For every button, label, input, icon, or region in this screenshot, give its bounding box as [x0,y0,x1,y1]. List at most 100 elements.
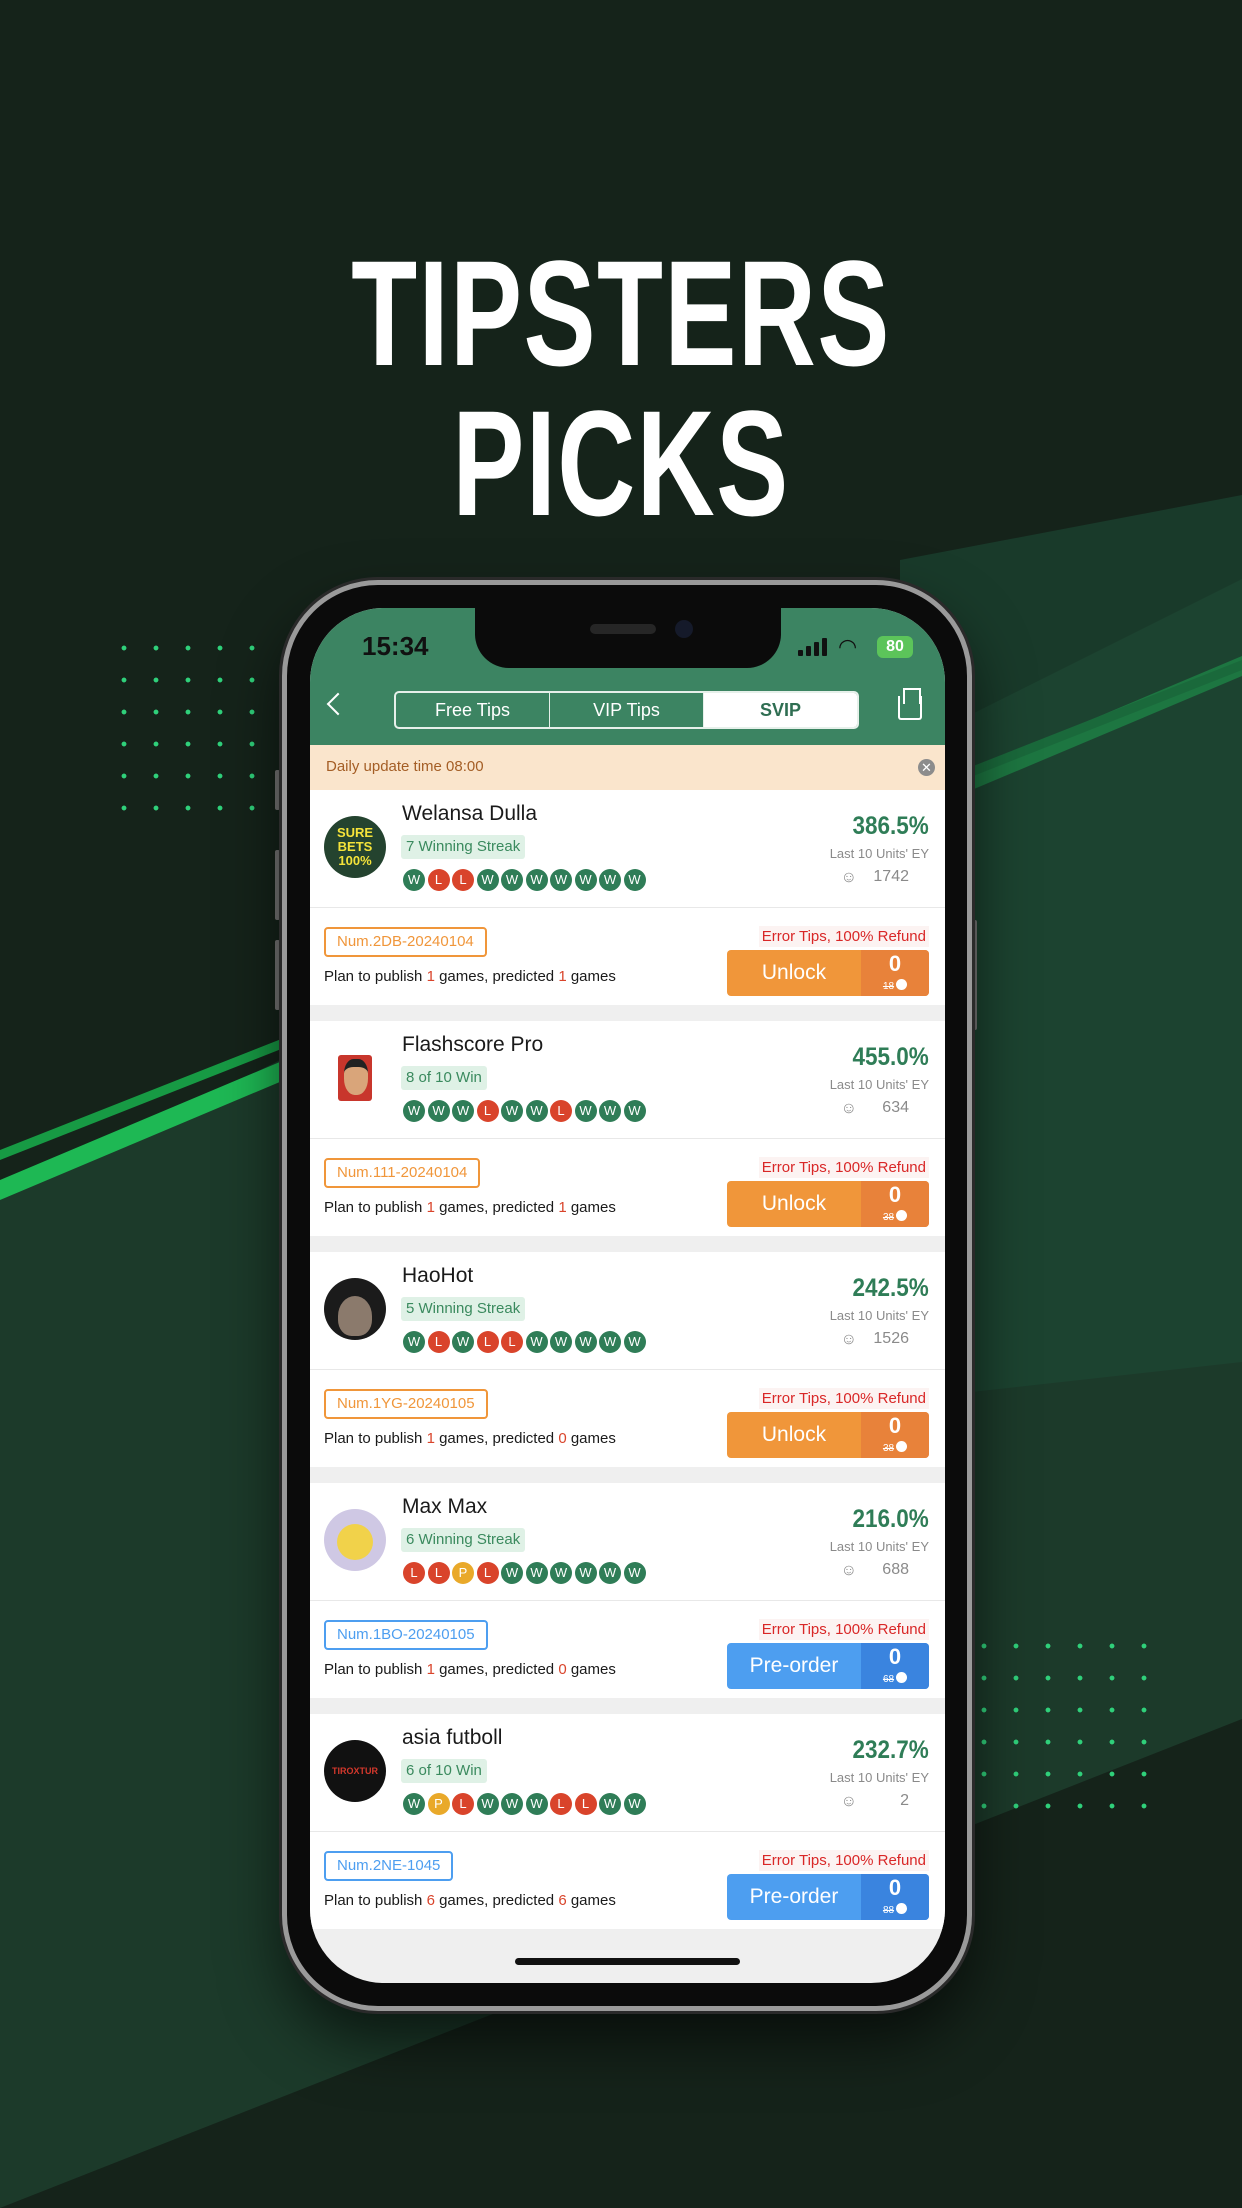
preorder-button[interactable]: Pre-order 0 68 [727,1643,929,1689]
tipster-name[interactable]: asia futboll [402,1726,502,1750]
result-win: W [525,1793,548,1815]
current-price: 0 [888,1182,902,1207]
followers-icon: ☺ [840,1562,857,1579]
result-win: W [403,869,425,891]
current-price: 0 [888,1644,902,1669]
publish-count: 6 [426,1892,435,1909]
plan-text: Plan to publish 6 games, predicted 6 gam… [324,1892,616,1909]
result-win: W [476,1793,499,1815]
original-price: 38 [882,1443,895,1454]
result-loss: L [452,869,474,891]
plan-text-part: games [566,1892,616,1909]
followers-icon: ☺ [840,1793,857,1810]
app-screen: 15:34 ◠ 80 Free Tips VIP Tips SVIP Daily… [310,608,945,1983]
tipster-card[interactable]: Max Max 6 Winning Streak LLPLWWWWWW 216.… [310,1483,945,1698]
recent-results: WWWLWWLWWW [403,1100,646,1122]
ey-percent: 232.7% [852,1736,929,1764]
result-win: W [452,1331,474,1353]
result-win: W [403,1793,425,1815]
coin-icon [896,1210,908,1221]
followers-count: 688 [882,1561,909,1578]
plan-text-part: Plan to publish [324,1661,427,1678]
result-win: W [501,1100,523,1122]
followers-icon: ☺ [840,1100,857,1117]
original-price: 18 [882,981,895,992]
result-win: W [427,1100,450,1122]
result-win: W [623,1100,646,1122]
avatar[interactable]: TIROXTUR [324,1740,386,1802]
avatar[interactable]: SURE BETS 100% [324,816,386,878]
original-price: 38 [882,1212,895,1223]
button-label: Pre-order [749,1885,839,1908]
result-win: W [501,869,523,891]
predicted-count: 0 [558,1661,567,1678]
plan-text-part: Plan to publish [324,968,427,985]
publish-count: 1 [426,1430,435,1447]
plan-text-part: games [566,1199,616,1216]
recent-results: WLLWWWWWWW [403,869,646,891]
back-icon[interactable] [326,692,350,716]
plan-text: Plan to publish 1 games, predicted 1 gam… [324,1199,616,1216]
power-button [972,920,977,1030]
current-price: 0 [888,1413,902,1438]
home-indicator [515,1958,740,1965]
ey-label: Last 10 Units' EY [829,1077,929,1092]
result-win: W [623,1562,646,1584]
result-win: W [403,1331,425,1353]
plan-text-part: games [566,968,616,985]
avatar[interactable] [324,1509,386,1571]
result-loss: L [476,1331,499,1353]
result-win: W [623,1331,646,1353]
plan-text: Plan to publish 1 games, predicted 0 gam… [324,1430,616,1447]
result-win: W [574,1331,597,1353]
tipster-card[interactable]: SURE BETS 100% Welansa Dulla 7 Winning S… [310,790,945,1005]
plan-text-part: Plan to publish [324,1199,427,1216]
tipster-card[interactable]: TIROXTUR asia futboll 6 of 10 Win WPLWWW… [310,1714,945,1929]
divider [310,1831,945,1832]
streak-badge: 5 Winning Streak [401,1297,526,1321]
plan-text-part: games [566,1430,616,1447]
tab-vip-tips[interactable]: VIP Tips [550,693,704,727]
avatar-logo-text: SURE BETS 100% [336,825,374,868]
divider [310,1369,945,1370]
tipster-card[interactable]: Flashscore Pro 8 of 10 Win WWWLWWLWWW 45… [310,1021,945,1236]
avatar[interactable] [324,1047,386,1109]
plan-text-part: games, predicted [434,1661,559,1678]
result-loss: L [452,1793,474,1815]
preorder-button[interactable]: Pre-order 0 88 [727,1874,929,1920]
plan-number-tag: Num.111-20240104 [324,1158,481,1188]
tipster-name[interactable]: Flashscore Pro [402,1033,543,1057]
publish-count: 1 [426,968,435,985]
plan-number-tag: Num.2DB-20240104 [324,927,487,957]
refund-note: Error Tips, 100% Refund [758,1388,929,1409]
plan-text-part: games, predicted [434,968,559,985]
streak-badge: 7 Winning Streak [401,835,526,859]
avatar[interactable] [324,1278,386,1340]
recent-results: WPLWWWLLWW [403,1793,646,1815]
tab-svip[interactable]: SVIP [704,693,857,727]
inbox-icon[interactable] [898,688,922,720]
tipster-name[interactable]: Welansa Dulla [402,802,537,826]
result-win: W [599,1793,621,1815]
unlock-button[interactable]: Unlock 0 38 [727,1412,929,1458]
unlock-button[interactable]: Unlock 0 18 [727,950,929,996]
tab-free-tips[interactable]: Free Tips [396,693,550,727]
ey-label: Last 10 Units' EY [829,1308,929,1323]
unlock-button[interactable]: Unlock 0 38 [727,1181,929,1227]
tipster-name[interactable]: HaoHot [402,1264,473,1288]
signal-icon [798,638,827,656]
plan-text-part: Plan to publish [324,1430,427,1447]
close-icon[interactable]: ✕ [918,759,935,776]
notch [475,608,781,668]
result-win: W [623,1793,646,1815]
streak-badge: 6 of 10 Win [401,1759,487,1783]
price: 0 38 [861,1412,929,1458]
dot-grid [108,632,268,824]
avatar-logo-text: TIROXTUR [332,1766,378,1776]
tipster-card[interactable]: HaoHot 5 Winning Streak WLWLLWWWWW 242.5… [310,1252,945,1467]
result-win: W [525,1331,548,1353]
plan-number-tag: Num.1YG-20240105 [324,1389,488,1419]
tipster-name[interactable]: Max Max [402,1495,487,1519]
update-banner: Daily update time 08:00 ✕ [310,745,945,790]
ey-percent: 216.0% [852,1505,929,1533]
